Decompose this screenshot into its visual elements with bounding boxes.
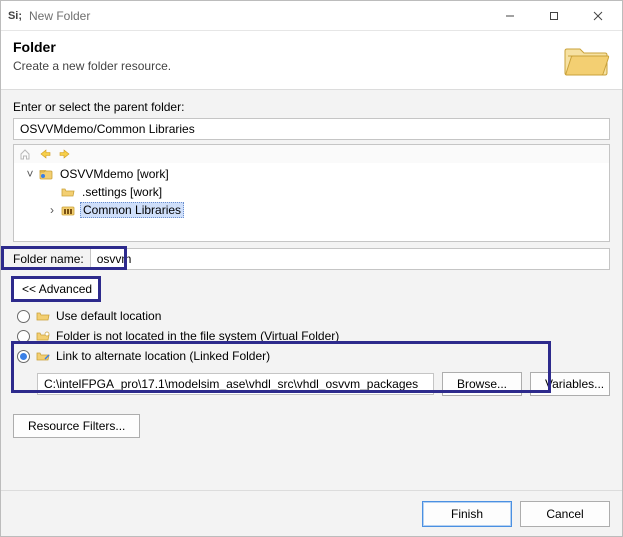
folder-name-label: Folder name: [13,252,84,266]
home-button[interactable] [18,147,32,161]
parent-folder-input[interactable] [13,118,610,140]
radio-icon [17,330,30,343]
window-title: New Folder [29,9,488,23]
forward-arrow-icon [59,149,71,159]
project-folder-icon [38,167,54,181]
radio-virtual-folder[interactable]: Folder is not located in the file system… [13,326,610,346]
home-icon [19,148,31,160]
window-controls [488,2,620,30]
expander-icon[interactable]: › [46,203,58,217]
dialog-subheading: Create a new folder resource. [13,59,562,73]
advanced-toggle[interactable]: << Advanced [13,278,101,300]
back-button[interactable] [38,147,52,161]
tree-item-label: Common Libraries [80,202,184,218]
folder-large-icon [562,39,610,79]
maximize-icon [549,11,559,21]
new-folder-dialog: Si; New Folder Folder Create a new folde… [0,0,623,537]
resource-filters-button[interactable]: Resource Filters... [13,414,140,438]
folder-tree[interactable]: ˅ OSVVMdemo [work] .settings [work] › [14,163,609,241]
folder-tree-container: ˅ OSVVMdemo [work] .settings [work] › [13,144,610,242]
minimize-button[interactable] [488,2,532,30]
tree-item-settings[interactable]: .settings [work] [18,183,605,201]
virtual-folder-icon [36,330,50,342]
finish-button[interactable]: Finish [422,501,512,527]
titlebar: Si; New Folder [1,1,622,31]
folder-name-row: Folder name: [13,248,610,270]
parent-folder-label: Enter or select the parent folder: [13,100,610,114]
tree-item-label: OSVVMdemo [work] [58,167,171,181]
maximize-button[interactable] [532,2,576,30]
dialog-heading: Folder [13,39,562,55]
folder-icon [36,310,50,322]
minimize-icon [505,11,515,21]
browse-button[interactable]: Browse... [442,372,522,396]
folder-name-input[interactable] [90,248,610,270]
library-folder-icon [60,203,76,217]
close-icon [593,11,603,21]
dialog-header: Folder Create a new folder resource. [1,31,622,90]
dialog-body: Enter or select the parent folder: ˅ [1,90,622,490]
radio-label: Use default location [56,309,161,323]
linked-path-input[interactable] [37,373,434,395]
close-button[interactable] [576,2,620,30]
open-folder-icon [60,185,76,199]
radio-label: Link to alternate location (Linked Folde… [56,349,270,363]
location-radio-group: Use default location Folder is not locat… [13,306,610,396]
tree-item-label: .settings [work] [80,185,164,199]
tree-item-project[interactable]: ˅ OSVVMdemo [work] [18,165,605,183]
tree-toolbar [14,145,609,163]
linked-folder-subrow: Browse... Variables... [13,372,610,396]
radio-linked-folder[interactable]: Link to alternate location (Linked Folde… [13,346,610,366]
expander-icon[interactable]: ˅ [24,167,36,181]
back-arrow-icon [39,149,51,159]
radio-default-location[interactable]: Use default location [13,306,610,326]
radio-icon [17,310,30,323]
radio-icon [17,350,30,363]
radio-label: Folder is not located in the file system… [56,329,339,343]
app-icon: Si; [7,8,23,24]
dialog-footer: Finish Cancel [1,490,622,536]
forward-button[interactable] [58,147,72,161]
variables-button[interactable]: Variables... [530,372,610,396]
cancel-button[interactable]: Cancel [520,501,610,527]
linked-folder-icon [36,350,50,362]
tree-item-common-libraries[interactable]: › Common Libraries [18,201,605,219]
